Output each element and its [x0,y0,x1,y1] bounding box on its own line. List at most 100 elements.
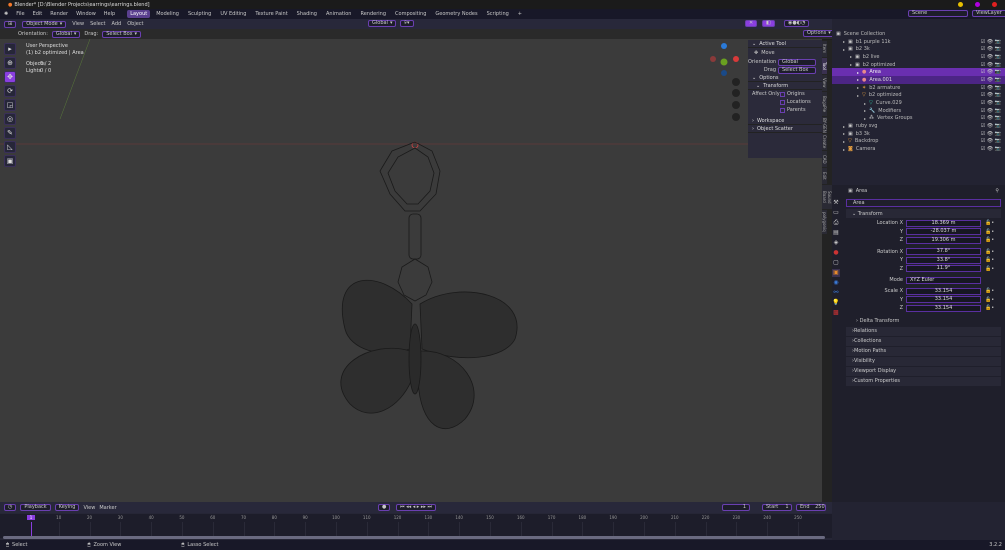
menu-edit[interactable]: Edit [33,11,43,17]
expand-arrow-icon[interactable]: ▸ [857,70,859,75]
texture-tab-icon[interactable]: ▩ [832,309,840,317]
editor-type-button[interactable]: ⊞ [4,20,17,28]
visibility-toggles[interactable]: ☑ 👁 📷 [981,108,1001,114]
orientation-dropdown[interactable]: Global ▾ [51,30,81,38]
tab-animation[interactable]: Animation [323,10,355,18]
scale-field[interactable]: 33.154 [906,296,981,303]
visibility-toggles[interactable]: ☑ 👁 📷 [981,146,1001,152]
pivot-button[interactable]: ⌾▾ [400,20,414,27]
workspace-header[interactable]: › Workspace [748,117,822,125]
transform-subheader[interactable]: ⌄ Transform [748,82,822,90]
transform-tool[interactable]: ◎ [4,113,16,125]
sidebar-tab-edit[interactable]: Edit [822,168,827,184]
lock-icon[interactable]: 🔓• [985,229,994,235]
move-tool[interactable]: ✥ [4,71,16,83]
tab-layout[interactable]: Layout [127,10,151,18]
orientation-dropdown[interactable]: Global [778,58,816,66]
menu-file[interactable]: File [16,11,24,17]
tab-modeling[interactable]: Modeling [153,10,182,18]
origins-checkbox[interactable] [780,91,785,97]
panel-viewport-display[interactable]: › Viewport Display [846,366,1001,376]
expand-arrow-icon[interactable]: ▸ [864,101,866,106]
transform-orientation[interactable]: Global ▾ [368,20,397,27]
maximize-button[interactable] [975,2,980,7]
expand-arrow-icon[interactable]: ▸ [857,77,859,82]
outliner-item[interactable]: ▸ ▣ b2 3k ☑ 👁 📷 [832,45,1005,53]
menu-window[interactable]: Window [76,11,96,17]
rotation-field[interactable]: 33.8° [906,256,981,264]
drag-dropdown[interactable]: Select Box [778,66,816,74]
expand-arrow-icon[interactable]: ▸ [850,62,852,67]
lock-icon[interactable]: 🔓• [985,266,994,272]
visibility-toggles[interactable]: ☑ 👁 📷 [981,85,1001,91]
scale-tool[interactable]: ◲ [4,99,16,111]
outliner-item[interactable]: ▸ ● Area ☑ 👁 📷 [832,68,1005,77]
sidebar-tab-item[interactable]: Item [822,41,827,57]
outliner-item[interactable]: ▣ Scene Collection [832,30,1005,38]
annotate-tool[interactable]: ✎ [4,127,16,139]
location-field[interactable]: 18.369 m [906,219,981,227]
outliner-item[interactable]: ▸ ▽ Backdrop ☑ 👁 📷 [832,138,1005,146]
overlay-toggle[interactable]: ◧ [762,20,775,27]
expand-arrow-icon[interactable]: ▸ [857,85,859,90]
select-box-tool[interactable]: ▸ [4,43,16,55]
playback-controls[interactable]: ⏮ ◂◂ ◂ ▸ ▸▸ ⏭ [396,504,437,511]
physics-tab-icon[interactable]: ◉ [832,279,840,287]
visibility-toggles[interactable]: ☑ 👁 📷 [981,100,1001,106]
object-tab-icon[interactable]: ▣ [832,269,840,277]
tab-geometry-nodes[interactable]: Geometry Nodes [432,10,480,18]
timeline-scrollbar[interactable] [3,536,825,539]
output-tab-icon[interactable]: ⎙ [832,219,840,227]
timeline-menu-playback[interactable]: Playback [20,504,51,511]
outliner-item[interactable]: ▸ ▣ b3 3k ☑ 👁 📷 [832,130,1005,138]
visibility-toggles[interactable]: ☑ 👁 📷 [981,46,1001,52]
lock-icon[interactable]: 🔓• [985,305,994,311]
panel-motion-paths[interactable]: › Motion Paths [846,346,1001,356]
visibility-toggles[interactable]: ☑ 👁 📷 [981,62,1001,68]
tab-uv-editing[interactable]: UV Editing [217,10,249,18]
sidebar-tab-by-gen[interactable]: BY-GEN [822,117,827,133]
expand-arrow-icon[interactable]: ▸ [843,124,845,129]
tab-rendering[interactable]: Rendering [357,10,389,18]
tab-scripting[interactable]: Scripting [484,10,512,18]
lock-icon[interactable]: 🔓• [985,237,994,243]
location-field[interactable]: -28.037 m [906,228,981,235]
tab--[interactable]: + [515,10,525,18]
collection-tab-icon[interactable]: ▢ [832,259,840,267]
outliner-item[interactable]: ▸ ● Area.001 ☑ 👁 📷 [832,76,1005,84]
lock-icon[interactable]: 🔓• [985,249,994,255]
sidebar-tab-create[interactable]: Create [822,134,827,150]
outliner-item[interactable]: ▸ ◙ Camera ☑ 👁 📷 [832,145,1005,153]
view-layer-tab-icon[interactable]: ▤ [832,229,840,237]
constraints-tab-icon[interactable]: ⚯ [832,289,840,297]
auto-keying-button[interactable]: ● [378,504,391,511]
locations-checkbox[interactable] [780,99,785,105]
sidebar-tab-bagapie[interactable]: BagaPie [822,92,827,116]
add-cube-tool[interactable]: ▣ [4,155,16,167]
expand-arrow-icon[interactable]: ▸ [864,116,866,121]
rotation-field[interactable]: 37.8° [906,248,981,255]
expand-arrow-icon[interactable]: ▸ [843,39,845,44]
expand-arrow-icon[interactable]: ▸ [850,54,852,59]
outliner-item[interactable]: ▸ ▽ Curve.029 ☑ 👁 📷 [832,99,1005,107]
visibility-toggles[interactable]: ☑ 👁 📷 [981,123,1001,129]
header-menu-add[interactable]: Add [112,21,122,27]
render-tab-icon[interactable]: ▭ [832,209,840,217]
object-scatter-header[interactable]: › Object Scatter [748,125,822,133]
visibility-toggles[interactable]: ☑ 👁 📷 [981,115,1001,121]
sidebar-tab-sound-board[interactable]: Sound Board [822,185,832,209]
start-frame-field[interactable]: Start 1 [762,504,792,511]
menu-render[interactable]: Render [50,11,68,17]
panel-relations[interactable]: › Relations [846,326,1001,336]
menu-help[interactable]: Help [104,11,115,17]
tab-shading[interactable]: Shading [294,10,320,18]
navigation-gizmo[interactable] [705,42,745,122]
panel-visibility[interactable]: › Visibility [846,356,1001,366]
scene-tab-icon[interactable]: ◈ [832,239,840,247]
expand-arrow-icon[interactable]: ▸ [843,147,845,152]
tool-tab-icon[interactable]: ⚒ [832,199,840,207]
header-menu-select[interactable]: Select [90,21,105,27]
lock-icon[interactable]: 🔓• [985,257,994,263]
outliner-item[interactable]: ▸ ✶ b2 armature ☑ 👁 📷 [832,84,1005,92]
tab-sculpting[interactable]: Sculpting [185,10,214,18]
